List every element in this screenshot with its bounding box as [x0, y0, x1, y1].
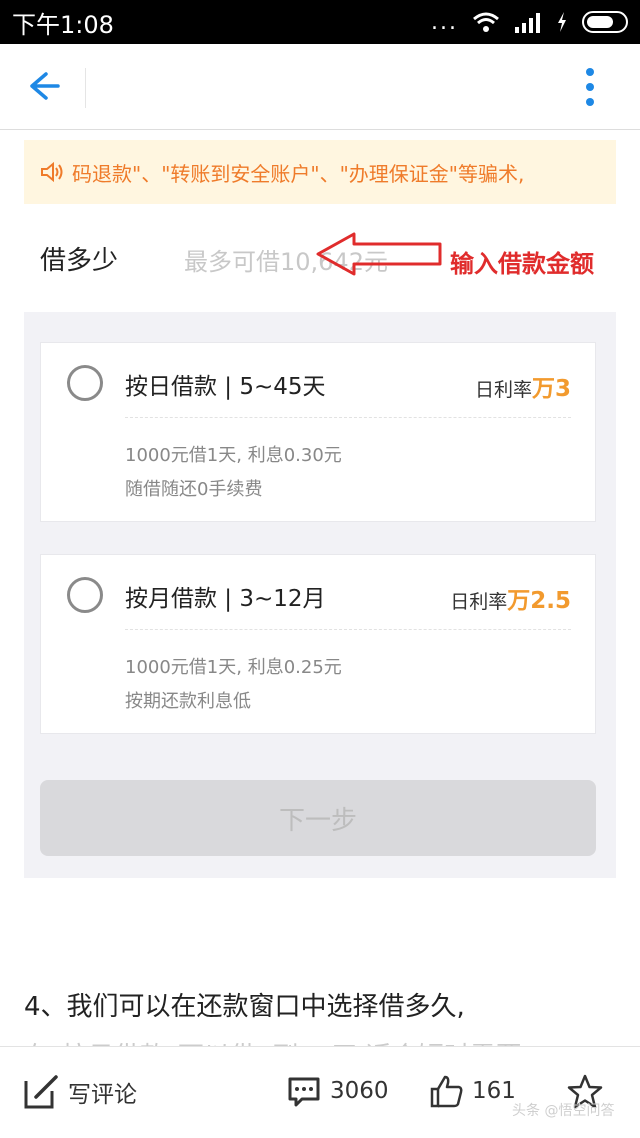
speaker-icon — [41, 161, 63, 183]
like-button[interactable]: 161 — [428, 1073, 516, 1109]
comment-bubble-icon — [288, 1077, 320, 1107]
next-step-button[interactable]: 下一步 — [40, 780, 596, 856]
radio-button[interactable] — [67, 577, 103, 613]
option-daily-loan[interactable]: 按日借款 | 5~45天 日利率万3 1000元借1天, 利息0.30元 随借随… — [40, 342, 596, 522]
option-monthly-loan[interactable]: 按月借款 | 3~12月 日利率万2.5 1000元借1天, 利息0.25元 按… — [40, 554, 596, 734]
option-description: 按期还款利息低 — [125, 691, 251, 712]
rate-label: 日利率 — [450, 591, 508, 613]
option-title: 按日借款 | 5~45天 — [125, 374, 326, 400]
comment-count: 3060 — [330, 1078, 389, 1104]
option-title: 按月借款 | 3~12月 — [125, 586, 326, 612]
status-icons: ... — [431, 10, 628, 35]
radio-button[interactable] — [67, 365, 103, 401]
loan-amount-row: 借多少 最多可借10,642元 输入借款金额 — [24, 204, 616, 312]
option-description: 随借随还0手续费 — [125, 479, 263, 500]
edit-icon — [24, 1075, 58, 1109]
status-time: 下午1:08 — [12, 10, 114, 39]
wifi-icon — [473, 12, 499, 32]
thumbs-up-icon — [430, 1075, 463, 1108]
amount-label: 借多少 — [40, 246, 119, 276]
more-dots-icon: ... — [431, 9, 458, 35]
battery-icon — [582, 11, 628, 33]
watermark: 头条 @悟空问答 — [512, 1103, 615, 1119]
bottom-action-bar: 写评论 3060 161 — [0, 1046, 640, 1138]
dashed-divider — [125, 629, 571, 630]
write-comment-label: 写评论 — [68, 1082, 137, 1108]
option-rate: 日利率万3 — [475, 369, 571, 403]
embedded-screenshot: 码退款"、"转账到安全账户"、"办理保证金"等骗术, 借多少 最多可借10,64… — [24, 140, 616, 878]
write-comment-button[interactable]: 写评论 — [22, 1073, 137, 1111]
rate-value: 万2.5 — [507, 588, 571, 614]
back-arrow-icon[interactable] — [24, 66, 64, 106]
option-description: 1000元借1天, 利息0.30元 — [125, 445, 342, 466]
red-arrow-annotation-icon — [316, 232, 442, 276]
signal-icon — [515, 13, 540, 33]
fraud-notice-banner: 码退款"、"转账到安全账户"、"办理保证金"等骗术, — [24, 140, 616, 204]
nav-bar — [0, 44, 640, 130]
rate-value: 万3 — [531, 376, 571, 402]
like-count: 161 — [472, 1078, 516, 1104]
comments-button[interactable]: 3060 — [286, 1073, 389, 1109]
annotation-text: 输入借款金额 — [450, 250, 594, 278]
rate-label: 日利率 — [474, 379, 532, 401]
notice-text: 码退款"、"转账到安全账户"、"办理保证金"等骗术, — [72, 161, 525, 186]
dashed-divider — [125, 417, 571, 418]
option-description: 1000元借1天, 利息0.25元 — [125, 657, 342, 678]
option-rate: 日利率万2.5 — [450, 581, 571, 615]
article-paragraph: 4、我们可以在还款窗口中选择借多久, — [24, 992, 465, 1022]
charging-icon — [558, 12, 566, 32]
status-bar: 下午1:08 ... — [0, 0, 640, 44]
nav-divider — [85, 68, 86, 108]
more-vertical-icon[interactable] — [572, 66, 608, 110]
